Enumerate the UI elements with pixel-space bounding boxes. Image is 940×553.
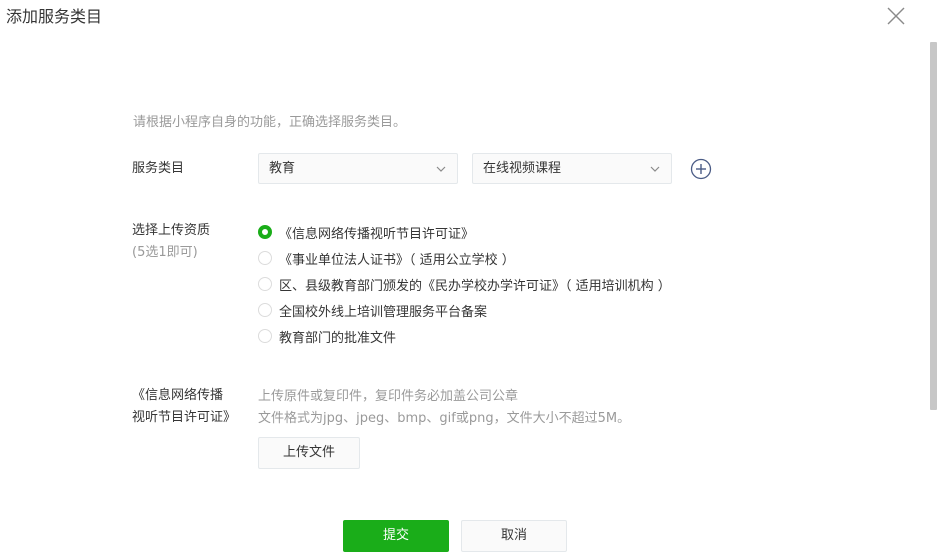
qualification-option[interactable]: 《事业单位法人证书》（ 适用公立学校 ） [258,248,515,268]
radio-checked-icon[interactable] [258,225,272,239]
qualification-sublabel: (5选1即可) [132,245,198,260]
category-primary-value: 教育 [269,161,296,176]
plus-circle-icon[interactable] [690,158,712,180]
radio-icon[interactable] [258,251,272,265]
qualification-option-label: 全国校外线上培训管理服务平台备案 [279,304,488,320]
upload-desc-2: 文件格式为jpg、jpeg、bmp、gif或png，文件大小不超过5M。 [258,411,631,426]
dialog-title: 添加服务类目 [6,7,103,26]
radio-icon[interactable] [258,329,272,343]
qualification-label: 选择上传资质 (5选1即可) [132,220,210,264]
submit-button[interactable]: 提交 [343,520,449,552]
upload-desc-1: 上传原件或复印件，复印件务必加盖公司公章 [258,389,519,404]
form-tip: 请根据小程序自身的功能，正确选择服务类目。 [133,115,407,130]
category-secondary-value: 在线视频课程 [483,161,562,176]
category-secondary-select[interactable]: 在线视频课程 [472,153,672,184]
qualification-option-label: 《事业单位法人证书》（ 适用公立学校 ） [279,252,515,268]
qualification-label-text: 选择上传资质 [132,223,211,238]
qualification-option-label: 区、县级教育部门颁发的《民办学校办学许可证》（ 适用培训机构 ） [279,278,671,294]
radio-icon[interactable] [258,303,272,317]
upload-label: 《信息网络传播视听节目许可证》 [132,388,237,425]
category-label: 服务类目 [132,161,185,176]
chevron-down-icon [436,166,446,172]
upload-file-button[interactable]: 上传文件 [258,437,360,469]
scrollbar-thumb[interactable] [930,42,937,410]
chevron-down-icon [650,166,660,172]
category-primary-select[interactable]: 教育 [258,153,458,184]
cancel-button[interactable]: 取消 [461,520,567,552]
qualification-option-label: 教育部门的批准文件 [279,330,397,346]
qualification-option[interactable]: 《信息网络传播视听节目许可证》 [258,222,474,242]
qualification-option[interactable]: 全国校外线上培训管理服务平台备案 [258,300,487,320]
radio-icon[interactable] [258,277,272,291]
qualification-option[interactable]: 区、县级教育部门颁发的《民办学校办学许可证》（ 适用培训机构 ） [258,274,671,294]
close-icon[interactable] [884,4,908,28]
add-service-category-dialog: 添加服务类目 请根据小程序自身的功能，正确选择服务类目。 服务类目 教育 在线视… [0,0,940,553]
qualification-option[interactable]: 教育部门的批准文件 [258,326,396,346]
qualification-option-label: 《信息网络传播视听节目许可证》 [279,226,475,242]
